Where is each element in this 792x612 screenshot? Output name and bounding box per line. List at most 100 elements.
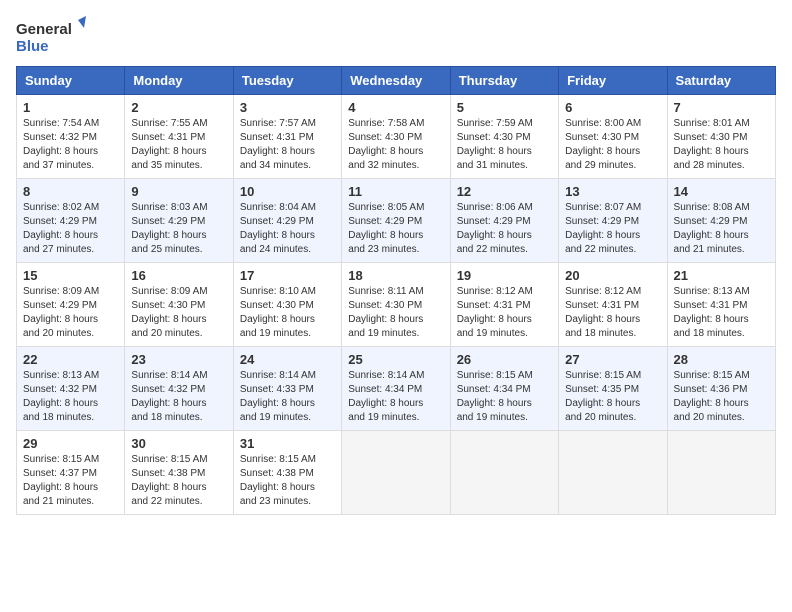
calendar-cell: 19Sunrise: 8:12 AM Sunset: 4:31 PM Dayli… [450,263,558,347]
calendar-cell: 12 Sunrise: 8:06 AM Sunset: 4:29 PM Dayli… [450,179,558,263]
day-number: 8 [23,184,118,199]
svg-text:General: General [16,21,72,38]
day-info: Sunrise: 8:09 AM Sunset: 4:29 PM Dayligh… [23,285,118,341]
day-info: Sunrise: 8:15 AM Sunset: 4:36 PM Dayligh… [674,369,769,425]
day-info: Sunrise: 8:09 AM Sunset: 4:30 PM Dayligh… [131,285,226,341]
calendar-cell: 31 Sunrise: 8:15 AM Sunset: 4:38 PM Dayli… [233,431,341,515]
header-tuesday: Tuesday [233,67,341,95]
calendar-cell: 20 Sunrise: 8:12 AM Sunset: 4:31 PM Dayli… [559,263,667,347]
calendar-cell: 29 Sunrise: 8:15 AM Sunset: 4:37 PM Dayli… [17,431,125,515]
day-number: 24 [240,352,335,367]
calendar-cell: 26 Sunrise: 8:15 AM Sunset: 4:34 PM Dayli… [450,347,558,431]
calendar-cell: 25Sunrise: 8:14 AM Sunset: 4:34 PM Dayli… [342,347,450,431]
calendar-cell: 3 Sunrise: 7:57 AM Sunset: 4:31 PM Daylig… [233,95,341,179]
day-info: Sunrise: 8:14 AM Sunset: 4:32 PM Dayligh… [131,369,226,425]
day-info: Sunrise: 7:58 AM Sunset: 4:30 PM Dayligh… [348,117,443,173]
calendar-cell: 2 Sunrise: 7:55 AM Sunset: 4:31 PM Daylig… [125,95,233,179]
header-sunday: Sunday [17,67,125,95]
day-number: 26 [457,352,552,367]
header-monday: Monday [125,67,233,95]
calendar-week-3: 15Sunrise: 8:09 AM Sunset: 4:29 PM Dayli… [17,263,776,347]
calendar-cell: 10 Sunrise: 8:04 AM Sunset: 4:29 PM Dayli… [233,179,341,263]
day-info: Sunrise: 8:15 AM Sunset: 4:34 PM Dayligh… [457,369,552,425]
calendar-cell: 5 Sunrise: 7:59 AM Sunset: 4:30 PM Daylig… [450,95,558,179]
calendar-cell: 18 Sunrise: 8:11 AM Sunset: 4:30 PM Dayli… [342,263,450,347]
day-number: 6 [565,100,660,115]
header-saturday: Saturday [667,67,775,95]
day-number: 28 [674,352,769,367]
calendar-cell [342,431,450,515]
calendar-cell: 30 Sunrise: 8:15 AM Sunset: 4:38 PM Dayli… [125,431,233,515]
calendar-cell: 16 Sunrise: 8:09 AM Sunset: 4:30 PM Dayli… [125,263,233,347]
day-number: 13 [565,184,660,199]
calendar-cell: 6 Sunrise: 8:00 AM Sunset: 4:30 PM Daylig… [559,95,667,179]
day-info: Sunrise: 7:59 AM Sunset: 4:30 PM Dayligh… [457,117,552,173]
day-info: Sunrise: 8:00 AM Sunset: 4:30 PM Dayligh… [565,117,660,173]
calendar-table: SundayMondayTuesdayWednesdayThursdayFrid… [16,66,776,515]
day-info: Sunrise: 7:54 AM Sunset: 4:32 PM Dayligh… [23,117,118,173]
svg-text:Blue: Blue [16,38,49,55]
day-info: Sunrise: 8:12 AM Sunset: 4:31 PM Dayligh… [457,285,552,341]
calendar-week-5: 29 Sunrise: 8:15 AM Sunset: 4:37 PM Dayli… [17,431,776,515]
day-number: 12 [457,184,552,199]
calendar-cell: 4Sunrise: 7:58 AM Sunset: 4:30 PM Daylig… [342,95,450,179]
day-info: Sunrise: 8:02 AM Sunset: 4:29 PM Dayligh… [23,201,118,257]
day-number: 22 [23,352,118,367]
day-info: Sunrise: 8:15 AM Sunset: 4:38 PM Dayligh… [240,453,335,509]
header-wednesday: Wednesday [342,67,450,95]
day-number: 10 [240,184,335,199]
day-info: Sunrise: 8:12 AM Sunset: 4:31 PM Dayligh… [565,285,660,341]
calendar-cell: 14Sunrise: 8:08 AM Sunset: 4:29 PM Dayli… [667,179,775,263]
day-number: 25 [348,352,443,367]
calendar-week-4: 22 Sunrise: 8:13 AM Sunset: 4:32 PM Dayli… [17,347,776,431]
calendar-cell: 24 Sunrise: 8:14 AM Sunset: 4:33 PM Dayli… [233,347,341,431]
calendar-cell: 21Sunrise: 8:13 AM Sunset: 4:31 PM Dayli… [667,263,775,347]
day-info: Sunrise: 8:15 AM Sunset: 4:35 PM Dayligh… [565,369,660,425]
day-number: 31 [240,436,335,451]
day-info: Sunrise: 8:13 AM Sunset: 4:32 PM Dayligh… [23,369,118,425]
day-info: Sunrise: 7:55 AM Sunset: 4:31 PM Dayligh… [131,117,226,173]
day-number: 5 [457,100,552,115]
calendar-cell [450,431,558,515]
calendar-cell: 23Sunrise: 8:14 AM Sunset: 4:32 PM Dayli… [125,347,233,431]
day-info: Sunrise: 8:04 AM Sunset: 4:29 PM Dayligh… [240,201,335,257]
day-info: Sunrise: 8:15 AM Sunset: 4:38 PM Dayligh… [131,453,226,509]
day-number: 20 [565,268,660,283]
calendar-week-1: 1Sunrise: 7:54 AM Sunset: 4:32 PM Daylig… [17,95,776,179]
calendar-cell: 1Sunrise: 7:54 AM Sunset: 4:32 PM Daylig… [17,95,125,179]
calendar-cell [559,431,667,515]
logo: General Blue [16,16,86,56]
calendar-cell [667,431,775,515]
page-header: General Blue [16,16,776,56]
day-number: 3 [240,100,335,115]
day-info: Sunrise: 8:10 AM Sunset: 4:30 PM Dayligh… [240,285,335,341]
calendar-cell: 17 Sunrise: 8:10 AM Sunset: 4:30 PM Dayli… [233,263,341,347]
day-number: 17 [240,268,335,283]
calendar-cell: 11Sunrise: 8:05 AM Sunset: 4:29 PM Dayli… [342,179,450,263]
day-number: 29 [23,436,118,451]
day-info: Sunrise: 8:15 AM Sunset: 4:37 PM Dayligh… [23,453,118,509]
day-number: 30 [131,436,226,451]
day-info: Sunrise: 8:14 AM Sunset: 4:33 PM Dayligh… [240,369,335,425]
calendar-cell: 27 Sunrise: 8:15 AM Sunset: 4:35 PM Dayli… [559,347,667,431]
calendar-cell: 9Sunrise: 8:03 AM Sunset: 4:29 PM Daylig… [125,179,233,263]
calendar-cell: 7Sunrise: 8:01 AM Sunset: 4:30 PM Daylig… [667,95,775,179]
day-number: 16 [131,268,226,283]
day-info: Sunrise: 8:05 AM Sunset: 4:29 PM Dayligh… [348,201,443,257]
day-info: Sunrise: 8:07 AM Sunset: 4:29 PM Dayligh… [565,201,660,257]
day-info: Sunrise: 8:11 AM Sunset: 4:30 PM Dayligh… [348,285,443,341]
day-info: Sunrise: 7:57 AM Sunset: 4:31 PM Dayligh… [240,117,335,173]
calendar-cell: 13 Sunrise: 8:07 AM Sunset: 4:29 PM Dayli… [559,179,667,263]
calendar-cell: 15Sunrise: 8:09 AM Sunset: 4:29 PM Dayli… [17,263,125,347]
day-number: 27 [565,352,660,367]
day-number: 14 [674,184,769,199]
day-number: 2 [131,100,226,115]
day-number: 9 [131,184,226,199]
day-info: Sunrise: 8:13 AM Sunset: 4:31 PM Dayligh… [674,285,769,341]
header-friday: Friday [559,67,667,95]
day-number: 7 [674,100,769,115]
calendar-cell: 22 Sunrise: 8:13 AM Sunset: 4:32 PM Dayli… [17,347,125,431]
calendar-week-2: 8 Sunrise: 8:02 AM Sunset: 4:29 PM Daylig… [17,179,776,263]
day-info: Sunrise: 8:06 AM Sunset: 4:29 PM Dayligh… [457,201,552,257]
day-number: 18 [348,268,443,283]
